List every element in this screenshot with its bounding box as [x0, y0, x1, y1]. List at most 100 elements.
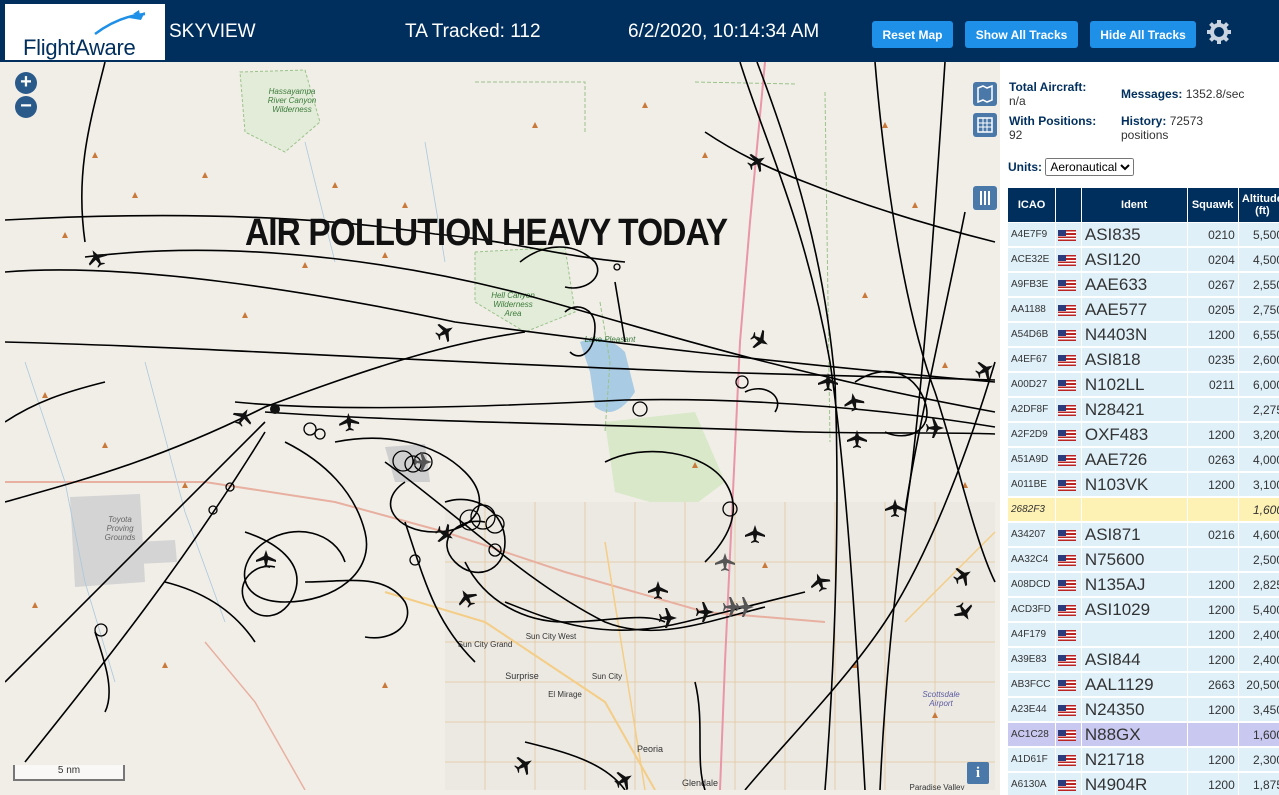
cell-altitude: 1,600: [1237, 496, 1279, 523]
cell-squawk: [1186, 546, 1239, 573]
table-row[interactable]: AA1188 AAE57702052,750: [1006, 296, 1279, 323]
col-ident[interactable]: Ident: [1080, 187, 1188, 223]
svg-text:El Mirage: El Mirage: [548, 690, 582, 699]
cell-squawk: 0263: [1186, 446, 1239, 473]
us-flag-icon: [1058, 704, 1077, 716]
cell-altitude: 2,400: [1237, 646, 1279, 673]
table-row[interactable]: ACD3FD ASI102912005,400: [1006, 596, 1279, 623]
cell-flag: [1055, 246, 1082, 273]
table-row[interactable]: A54D6B N4403N12006,550: [1006, 321, 1279, 348]
cell-altitude: 3,450: [1237, 696, 1279, 723]
cell-altitude: 1,600: [1237, 721, 1279, 748]
cell-squawk: [1186, 721, 1239, 748]
cell-icao: A39E83: [1006, 646, 1057, 673]
cell-altitude: 2,400: [1237, 621, 1279, 648]
messages-rate: Messages: 1352.8/sec: [1121, 87, 1245, 101]
cell-squawk: 0216: [1186, 521, 1239, 548]
zoom-out-button[interactable]: −: [15, 96, 37, 118]
table-row[interactable]: A2F2D9 OXF48312003,200: [1006, 421, 1279, 448]
top-bar: FlightAware SKYVIEW TA Tracked: 112 6/2/…: [0, 0, 1279, 62]
table-row[interactable]: A51A9D AAE72602634,000: [1006, 446, 1279, 473]
table-row[interactable]: A9FB3E AAE63302672,550: [1006, 271, 1279, 298]
col-squawk[interactable]: Squawk: [1186, 187, 1239, 223]
cell-flag: [1055, 571, 1082, 598]
cell-flag: [1055, 696, 1082, 723]
headline-overlay: AIR POLLUTION HEAVY TODAY: [245, 212, 728, 254]
table-row[interactable]: A2DF8F N28421 2,275: [1006, 396, 1279, 423]
table-row[interactable]: AB3FCC AAL1129266320,500: [1006, 671, 1279, 698]
sidebar-toggle-icon[interactable]: [973, 186, 997, 210]
cell-squawk: 1200: [1186, 571, 1239, 598]
table-row[interactable]: 2682F3 1,600: [1006, 496, 1279, 523]
aircraft-panel: Total Aircraft: n/a Messages: 1352.8/sec …: [1000, 62, 1279, 795]
logo-plane-icon: [94, 10, 146, 36]
table-row[interactable]: A23E44 N2435012003,450: [1006, 696, 1279, 723]
zoom-in-button[interactable]: +: [15, 72, 37, 94]
table-row[interactable]: A6130A N4904R12001,875: [1006, 771, 1279, 795]
map-layer-icon[interactable]: [973, 82, 997, 106]
cell-squawk: [1186, 396, 1239, 423]
table-row[interactable]: A08DCD N135AJ12002,825: [1006, 571, 1279, 598]
us-flag-icon: [1058, 679, 1077, 691]
cell-icao: A23E44: [1006, 696, 1057, 723]
cell-flag: [1055, 446, 1082, 473]
show-all-tracks-button[interactable]: Show All Tracks: [965, 21, 1078, 48]
cell-squawk: 1200: [1186, 746, 1239, 773]
cell-squawk: 1200: [1186, 321, 1239, 348]
map-view[interactable]: Hassayampa River Canyon Wilderness Hell Ca…: [5, 62, 997, 790]
cell-squawk: 0204: [1186, 246, 1239, 273]
cell-icao: AA32C4: [1006, 546, 1057, 573]
cell-ident: ASI1029: [1080, 596, 1188, 623]
col-flag[interactable]: [1055, 187, 1082, 223]
table-row[interactable]: A4EF67 ASI81802352,600: [1006, 346, 1279, 373]
cell-ident: [1080, 621, 1188, 648]
cell-icao: AB3FCC: [1006, 671, 1057, 698]
us-flag-icon: [1058, 304, 1077, 316]
table-row[interactable]: ACE32E ASI12002044,500: [1006, 246, 1279, 273]
reset-map-button[interactable]: Reset Map: [872, 21, 953, 48]
cell-icao: ACD3FD: [1006, 596, 1057, 623]
col-altitude[interactable]: Altitude (ft): [1237, 187, 1279, 223]
cell-icao: A9FB3E: [1006, 271, 1057, 298]
with-positions: With Positions: 92: [1009, 114, 1097, 142]
clock: 6/2/2020, 10:14:34 AM: [628, 21, 820, 42]
cell-flag: [1055, 746, 1082, 773]
table-row[interactable]: A39E83 ASI84412002,400: [1006, 646, 1279, 673]
cell-icao: AC1C28: [1006, 721, 1057, 748]
cell-flag: [1055, 296, 1082, 323]
flightaware-logo[interactable]: FlightAware: [5, 4, 165, 60]
col-icao[interactable]: ICAO: [1006, 187, 1057, 223]
info-icon[interactable]: i: [967, 762, 989, 784]
cell-flag: [1055, 671, 1082, 698]
table-row[interactable]: A00D27 N102LL02116,000: [1006, 371, 1279, 398]
cell-squawk: 1200: [1186, 621, 1239, 648]
map-canvas[interactable]: Hassayampa River Canyon Wilderness Hell Ca…: [5, 62, 997, 790]
svg-text:Glendale: Glendale: [682, 778, 718, 788]
table-row[interactable]: A011BE N103VK12003,100: [1006, 471, 1279, 498]
cell-ident: AAE726: [1080, 446, 1188, 473]
cell-altitude: 2,550: [1237, 271, 1279, 298]
cell-ident: ASI871: [1080, 521, 1188, 548]
cell-ident: N103VK: [1080, 471, 1188, 498]
cell-altitude: 20,500: [1237, 671, 1279, 698]
table-row[interactable]: AA32C4 N75600 2,500: [1006, 546, 1279, 573]
cell-altitude: 3,100: [1237, 471, 1279, 498]
table-row[interactable]: A4F179 12002,400: [1006, 621, 1279, 648]
table-row[interactable]: A4E7F9 ASI83502105,500: [1006, 222, 1279, 248]
cell-flag: [1055, 546, 1082, 573]
cell-flag: [1055, 621, 1082, 648]
cell-ident: OXF483: [1080, 421, 1188, 448]
hide-all-tracks-button[interactable]: Hide All Tracks: [1090, 21, 1196, 48]
us-flag-icon: [1058, 454, 1077, 466]
table-row[interactable]: AC1C28 N88GX 1,600: [1006, 721, 1279, 748]
aircraft-table: ICAO Ident Squawk Altitude (ft) A4E7F9 AS…: [1006, 187, 1279, 795]
cell-ident: N135AJ: [1080, 571, 1188, 598]
cell-altitude: 4,600: [1237, 521, 1279, 548]
cell-squawk: 2663: [1186, 671, 1239, 698]
table-row[interactable]: A34207 ASI87102164,600: [1006, 521, 1279, 548]
units-dropdown[interactable]: Aeronautical: [1045, 158, 1135, 176]
gear-icon[interactable]: [1206, 19, 1232, 45]
cell-squawk: 1200: [1186, 471, 1239, 498]
grid-icon[interactable]: [973, 113, 997, 137]
table-row[interactable]: A1D61F N2171812002,300: [1006, 746, 1279, 773]
